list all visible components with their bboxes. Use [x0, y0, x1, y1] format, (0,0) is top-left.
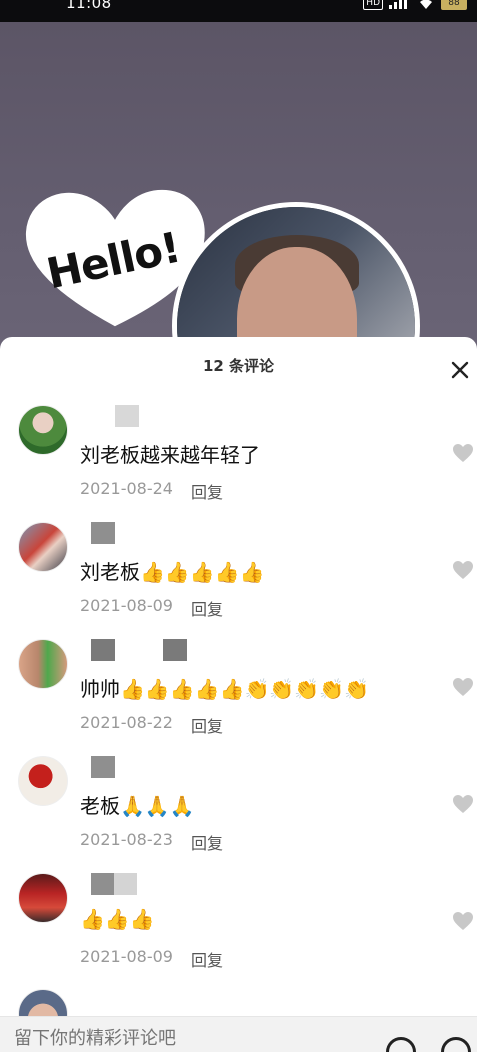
comment-meta: 2021-08-22 回复 [80, 713, 223, 737]
wifi-icon [420, 0, 432, 9]
video-avatar-circle [172, 202, 420, 352]
username-mosaic[interactable] [91, 756, 115, 778]
username-mosaic[interactable] [91, 873, 137, 895]
video-player[interactable]: Hello! [0, 22, 477, 352]
comment-item: 👍👍👍 2021-08-09 回复 [0, 873, 477, 990]
comment-meta: 2021-08-23 回复 [80, 830, 223, 854]
heart-icon[interactable] [451, 441, 475, 465]
close-icon [451, 361, 469, 379]
avatar[interactable] [18, 756, 68, 806]
hd-icon: HD [363, 0, 383, 10]
reply-button[interactable]: 回复 [191, 479, 223, 503]
comment-item: 老板🙏🙏🙏 2021-08-23 回复 [0, 756, 477, 873]
reply-button[interactable]: 回复 [191, 596, 223, 620]
heart-icon[interactable] [451, 792, 475, 816]
comment-meta: 2021-08-24 回复 [80, 479, 223, 503]
avatar[interactable] [18, 639, 68, 689]
comment-meta: 2021-08-09 回复 [80, 596, 223, 620]
comment-item: 刘老板👍👍👍👍👍 2021-08-09 回复 [0, 522, 477, 639]
comment-date: 2021-08-09 [80, 596, 173, 615]
comment-date: 2021-08-24 [80, 479, 173, 498]
close-button[interactable] [447, 357, 473, 383]
comment-item: 帅帅👍👍👍👍👍👏👏👏👏👏 2021-08-22 回复 [0, 639, 477, 756]
comment-date: 2021-08-22 [80, 713, 173, 732]
comments-sheet: 12 条评论 刘老板越来越年轻了 2021-08-24 回复 刘老板👍👍👍👍👍 … [0, 337, 477, 1052]
mention-icon[interactable] [386, 1037, 416, 1052]
comment-date: 2021-08-09 [80, 947, 173, 966]
comment-item [0, 989, 477, 1019]
username-mosaic[interactable] [115, 405, 139, 427]
status-bar: 11:08 HD 88 [0, 0, 477, 22]
comment-input[interactable] [14, 1023, 374, 1052]
reply-button[interactable]: 回复 [191, 713, 223, 737]
comment-item: 刘老板越来越年轻了 2021-08-24 回复 [0, 405, 477, 522]
status-icons: HD 88 [363, 0, 467, 10]
heart-icon[interactable] [451, 909, 475, 933]
comment-text: 刘老板越来越年轻了 [80, 443, 260, 467]
username-mosaic[interactable] [91, 522, 115, 544]
avatar[interactable] [18, 989, 68, 1019]
comment-text: 👍👍👍 [80, 907, 155, 931]
comment-meta: 2021-08-09 回复 [80, 947, 223, 971]
heart-icon[interactable] [451, 558, 475, 582]
reply-button[interactable]: 回复 [191, 830, 223, 854]
comments-count-title: 12 条评论 [202, 357, 275, 375]
comment-text: 刘老板👍👍👍👍👍 [80, 560, 265, 584]
comment-text: 帅帅👍👍👍👍👍👏👏👏👏👏 [80, 677, 370, 701]
reply-button[interactable]: 回复 [191, 947, 223, 971]
avatar[interactable] [18, 873, 68, 923]
emoji-icon[interactable] [441, 1037, 471, 1052]
comment-date: 2021-08-23 [80, 830, 173, 849]
comment-text: 老板🙏🙏🙏 [80, 794, 195, 818]
heart-icon[interactable] [451, 675, 475, 699]
avatar[interactable] [18, 405, 68, 455]
comment-input-bar [0, 1016, 477, 1052]
signal-icon [389, 0, 407, 9]
username-mosaic[interactable] [91, 639, 187, 661]
avatar[interactable] [18, 522, 68, 572]
battery-icon: 88 [441, 0, 467, 10]
status-time: 11:08 [66, 0, 112, 12]
